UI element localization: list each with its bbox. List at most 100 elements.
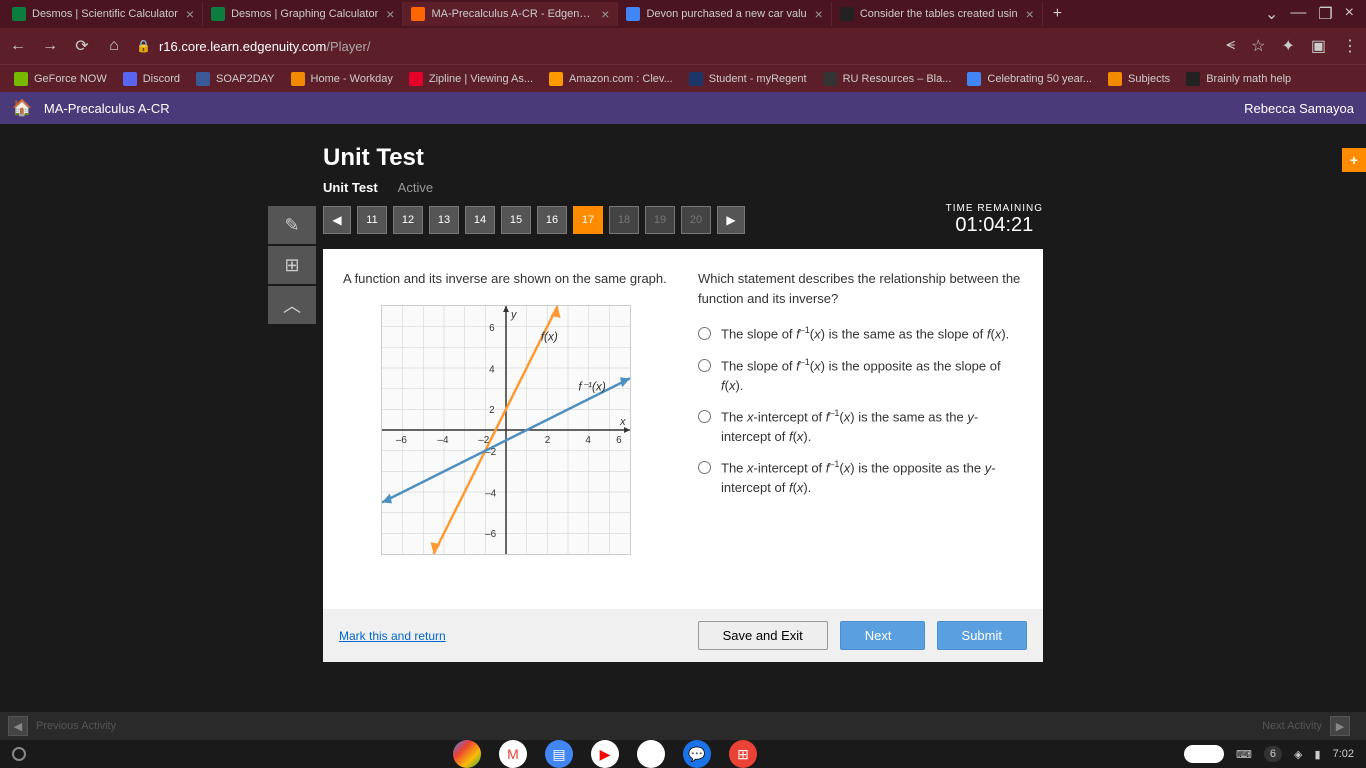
panel-icon[interactable]: ▣ — [1311, 36, 1326, 56]
close-icon[interactable]: × — [601, 6, 609, 22]
prev-question-button[interactable]: ◀ — [323, 206, 351, 234]
radio-3[interactable] — [698, 410, 711, 423]
close-window-icon[interactable]: × — [1345, 4, 1354, 24]
radio-1[interactable] — [698, 327, 711, 340]
bookmark-amazon[interactable]: Amazon.com : Clev... — [543, 70, 679, 88]
q-17[interactable]: 17 — [573, 206, 603, 234]
calculator-tool[interactable]: ⊞ — [268, 246, 316, 284]
tab-title: Devon purchased a new car valu — [646, 8, 806, 20]
bookmark-regent[interactable]: Student - myRegent — [683, 70, 813, 88]
tab-icon — [840, 7, 854, 21]
launcher-icon[interactable] — [12, 747, 26, 761]
star-icon[interactable]: ☆ — [1251, 36, 1265, 56]
radio-4[interactable] — [698, 461, 711, 474]
docs-icon[interactable]: ▤ — [545, 740, 573, 768]
forward-button[interactable]: → — [40, 37, 60, 55]
bookmark-discord[interactable]: Discord — [117, 70, 186, 88]
tab-icon — [211, 7, 225, 21]
tab-active[interactable]: Active — [398, 180, 433, 195]
chevron-down-icon[interactable]: ⌄ — [1265, 4, 1278, 24]
option-2[interactable]: The slope of f–1(x) is the opposite as t… — [698, 356, 1023, 395]
chrome-icon[interactable] — [453, 740, 481, 768]
tab-icon — [626, 7, 640, 21]
app-header: 🏠 MA-Precalculus A-CR Rebecca Samayoa — [0, 92, 1366, 124]
q-12[interactable]: 12 — [393, 206, 423, 234]
q-18[interactable]: 18 — [609, 206, 639, 234]
next-activity-button[interactable]: ▶ — [1330, 716, 1350, 736]
app-icon[interactable]: ⊞ — [729, 740, 757, 768]
maximize-icon[interactable]: ❐ — [1318, 4, 1332, 24]
collapse-tool[interactable]: ︿ — [268, 286, 316, 324]
q-16[interactable]: 16 — [537, 206, 567, 234]
question-nav: ◀ 11 12 13 14 15 16 17 18 19 20 ▶ TIME R… — [323, 203, 1043, 237]
tab-google[interactable]: Devon purchased a new car valu × — [618, 2, 831, 26]
add-button[interactable]: + — [1342, 148, 1366, 172]
submit-button[interactable]: Submit — [937, 621, 1027, 650]
mark-link[interactable]: Mark this and return — [339, 629, 446, 643]
radio-2[interactable] — [698, 359, 711, 372]
q-13[interactable]: 13 — [429, 206, 459, 234]
wifi-icon[interactable]: ◈ — [1294, 748, 1302, 761]
notification-count[interactable]: 6 — [1264, 746, 1282, 762]
q-19[interactable]: 19 — [645, 206, 675, 234]
q-11[interactable]: 11 — [357, 206, 387, 234]
bookmark-celebrating[interactable]: Celebrating 50 year... — [961, 70, 1098, 88]
bookmark-ru[interactable]: RU Resources – Bla... — [817, 70, 958, 88]
bookmark-workday[interactable]: Home - Workday — [285, 70, 399, 88]
prev-activity-button[interactable]: ◀ — [8, 716, 28, 736]
activity-nav: ◀ Previous Activity Next Activity ▶ — [0, 712, 1366, 740]
tab-unit-test[interactable]: Unit Test — [323, 180, 378, 195]
close-icon[interactable]: × — [815, 6, 823, 22]
close-icon[interactable]: × — [1026, 6, 1034, 22]
bottom-bar: Mark this and return Save and Exit Next … — [323, 609, 1043, 662]
home-icon[interactable]: 🏠 — [12, 98, 32, 118]
q-20[interactable]: 20 — [681, 206, 711, 234]
option-1[interactable]: The slope of f–1(x) is the same as the s… — [698, 324, 1023, 344]
bookmark-soap2day[interactable]: SOAP2DAY — [190, 70, 281, 88]
close-icon[interactable]: × — [386, 6, 394, 22]
battery-icon[interactable]: ▮ — [1315, 748, 1321, 761]
close-icon[interactable]: × — [186, 6, 194, 22]
extensions-icon[interactable]: ✦ — [1281, 36, 1294, 56]
option-3[interactable]: The x-intercept of f–1(x) is the same as… — [698, 407, 1023, 446]
youtube-icon[interactable]: ▶ — [591, 740, 619, 768]
bookmark-subjects[interactable]: Subjects — [1102, 70, 1176, 88]
next-button[interactable]: Next — [840, 621, 925, 650]
svg-text:f(x): f(x) — [540, 329, 557, 343]
pencil-tool[interactable]: ✎ — [268, 206, 316, 244]
messages-icon[interactable]: 💬 — [683, 740, 711, 768]
bookmark-brainly[interactable]: Brainly math help — [1180, 70, 1297, 88]
next-question-button[interactable]: ▶ — [717, 206, 745, 234]
bookmark-geforce[interactable]: GeForce NOW — [8, 70, 113, 88]
home-button[interactable]: ⌂ — [104, 37, 124, 55]
share-icon[interactable]: ⪪ — [1226, 36, 1235, 56]
svg-text:–4: –4 — [437, 434, 449, 445]
q-15[interactable]: 15 — [501, 206, 531, 234]
shelf-preview[interactable] — [1184, 745, 1224, 763]
gmail-icon[interactable]: M — [499, 740, 527, 768]
course-title: MA-Precalculus A-CR — [44, 101, 170, 116]
q-14[interactable]: 14 — [465, 206, 495, 234]
tab-brainly[interactable]: Consider the tables created usin × — [832, 2, 1043, 26]
clock[interactable]: 7:02 — [1333, 748, 1354, 760]
tab-desmos-sci[interactable]: Desmos | Scientific Calculator × — [4, 2, 203, 26]
svg-text:y: y — [509, 308, 516, 320]
tab-edgenuity[interactable]: MA-Precalculus A-CR - Edgenuity × — [403, 2, 618, 26]
bookmark-zipline[interactable]: Zipline | Viewing As... — [403, 70, 539, 88]
play-store-icon[interactable]: ▶ — [637, 740, 665, 768]
keyboard-icon[interactable]: ⌨ — [1236, 748, 1252, 761]
url-input[interactable]: 🔒 r16.core.learn.edgenuity.com/Player/ — [136, 39, 370, 54]
save-exit-button[interactable]: Save and Exit — [698, 621, 828, 650]
menu-icon[interactable]: ⋮ — [1342, 36, 1358, 56]
minimize-icon[interactable]: — — [1290, 4, 1306, 24]
reload-button[interactable]: ⟳ — [72, 36, 92, 56]
option-4[interactable]: The x-intercept of f–1(x) is the opposit… — [698, 458, 1023, 497]
bookmark-icon — [1186, 72, 1200, 86]
svg-text:–2: –2 — [485, 446, 497, 457]
bookmark-icon — [123, 72, 137, 86]
tab-icon — [411, 7, 425, 21]
main-area: + ✎ ⊞ ︿ Unit Test Unit Test Active ◀ 11 … — [0, 124, 1366, 712]
new-tab-button[interactable]: + — [1043, 5, 1072, 23]
back-button[interactable]: ← — [8, 37, 28, 55]
tab-desmos-graph[interactable]: Desmos | Graphing Calculator × — [203, 2, 403, 26]
